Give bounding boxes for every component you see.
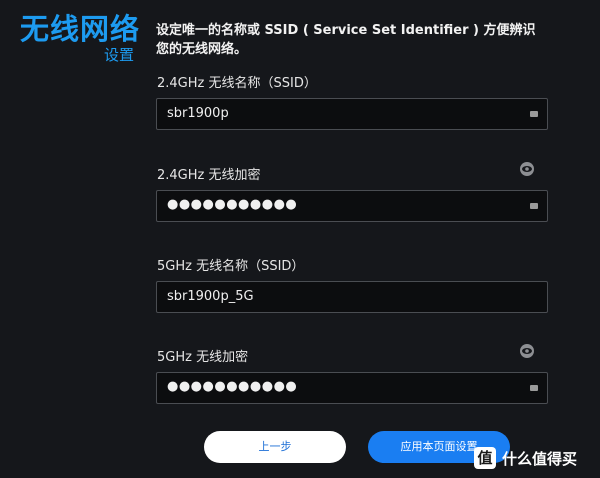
password-24-value: ●●●●●●●●●●●: [167, 197, 298, 212]
ssid-5-label: 5GHz 无线名称（SSID）: [157, 259, 305, 274]
input-keyboard-icon: [530, 385, 538, 391]
ssid-24-input[interactable]: sbr1900p: [156, 98, 548, 130]
show-password-5-eye-icon[interactable]: [520, 344, 534, 358]
watermark-logo-icon: 值: [474, 447, 496, 469]
watermark-text: 什么值得买: [502, 449, 578, 468]
password-24-label: 2.4GHz 无线加密: [157, 168, 261, 183]
ssid-24-value: sbr1900p: [167, 106, 229, 121]
password-24-input[interactable]: ●●●●●●●●●●●: [156, 190, 548, 222]
password-5-input[interactable]: ●●●●●●●●●●●: [156, 372, 548, 404]
input-keyboard-icon: [530, 203, 538, 209]
input-keyboard-icon: [530, 111, 538, 117]
ssid-5-input[interactable]: sbr1900p_5G: [156, 281, 548, 313]
password-5-label: 5GHz 无线加密: [157, 350, 249, 365]
watermark: 值 什么值得买: [474, 447, 577, 469]
page-subtitle: 设置: [104, 46, 135, 64]
ssid-24-label: 2.4GHz 无线名称（SSID）: [157, 76, 317, 91]
page-description: 设定唯一的名称或 SSID ( Service Set Identifier )…: [156, 23, 536, 57]
page-title: 无线网络: [20, 12, 141, 46]
ssid-5-value: sbr1900p_5G: [167, 289, 254, 304]
show-password-24-eye-icon[interactable]: [520, 162, 534, 176]
back-button[interactable]: 上一步: [204, 431, 346, 463]
password-5-value: ●●●●●●●●●●●: [167, 379, 298, 394]
